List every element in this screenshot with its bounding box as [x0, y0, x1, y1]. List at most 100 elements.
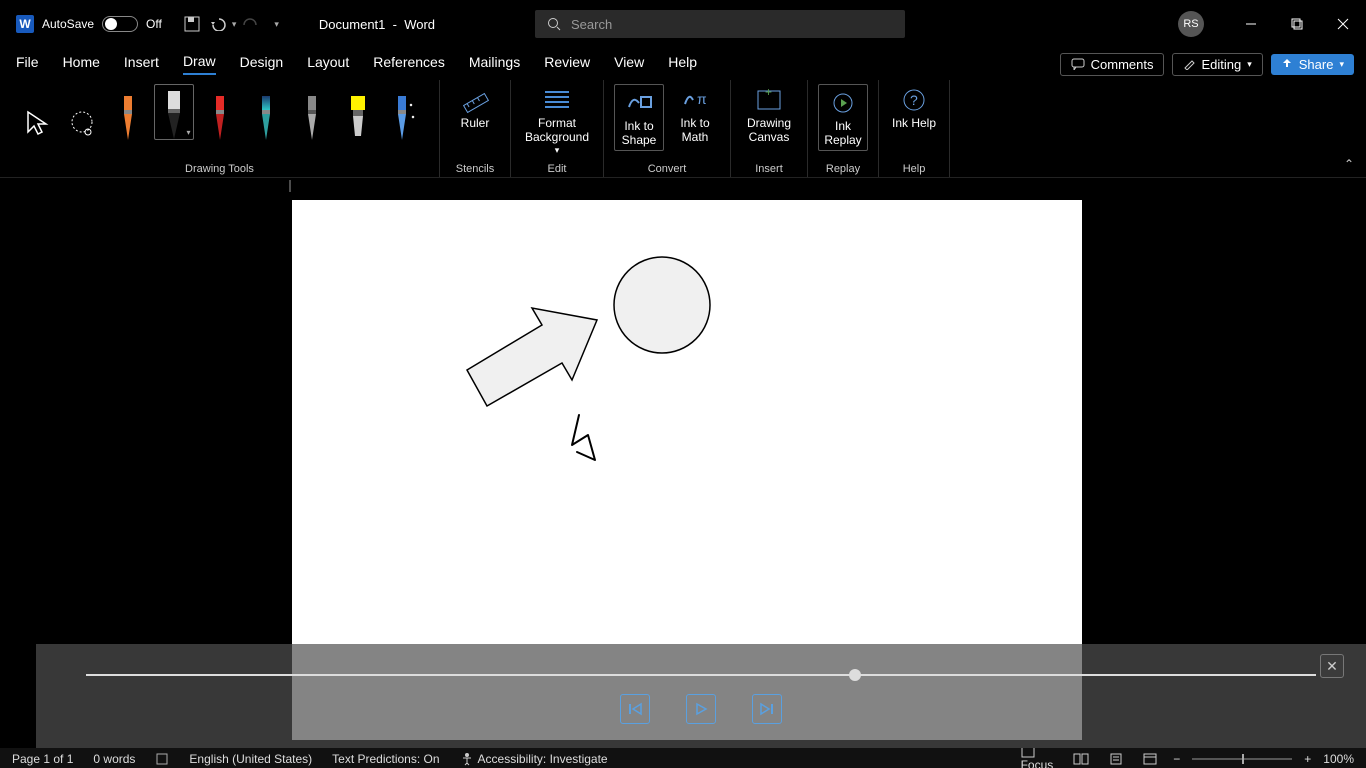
ink-to-math-label: Ink to Math	[670, 116, 720, 145]
accessibility-check[interactable]: Accessibility: Investigate	[460, 752, 608, 766]
comment-icon	[1071, 58, 1085, 70]
minimize-button[interactable]	[1228, 0, 1274, 48]
undo-caret-icon[interactable]: ▾	[232, 19, 237, 30]
select-tool[interactable]	[16, 84, 56, 140]
zoom-slider[interactable]	[1192, 758, 1292, 760]
ink-to-shape-button[interactable]: Ink to Shape	[614, 84, 664, 151]
autosave-toggle[interactable]	[102, 16, 138, 32]
group-convert: Ink to Shape π Ink to Math Convert	[604, 80, 731, 177]
zoom-out-button[interactable]: −	[1173, 752, 1180, 766]
group-insert: + Drawing Canvas Insert	[731, 80, 808, 177]
circle-shape[interactable]	[614, 257, 710, 353]
pencil-icon	[1183, 58, 1195, 70]
autosave-state: Off	[146, 17, 162, 31]
replay-rewind-button[interactable]	[620, 694, 650, 724]
zoom-in-button[interactable]: +	[1304, 752, 1311, 766]
status-bar: Page 1 of 1 0 words English (United Stat…	[0, 748, 1366, 768]
chevron-down-icon[interactable]: ▾	[186, 128, 190, 137]
user-avatar[interactable]: RS	[1178, 11, 1204, 37]
replay-slider[interactable]	[86, 674, 1316, 676]
ink-help-button[interactable]: ? Ink Help	[889, 84, 939, 130]
ribbon-tabs: File Home Insert Draw Design Layout Refe…	[0, 48, 1366, 80]
cursor-icon	[22, 108, 50, 140]
replay-forward-button[interactable]	[752, 694, 782, 724]
ink-replay-button[interactable]: Ink Replay	[818, 84, 868, 151]
tab-layout[interactable]: Layout	[307, 54, 349, 74]
tab-file[interactable]: File	[16, 54, 39, 74]
tab-insert[interactable]: Insert	[124, 54, 159, 74]
qat-caret-icon[interactable]: ▾	[274, 19, 279, 30]
comments-label: Comments	[1091, 57, 1154, 72]
highlighter-yellow[interactable]	[338, 84, 378, 140]
search-icon	[547, 17, 561, 31]
ruler-horizontal[interactable]	[0, 178, 1366, 196]
tab-home[interactable]: Home	[63, 54, 100, 74]
ruler-button[interactable]: Ruler	[450, 84, 500, 130]
highlighter-icon	[347, 96, 369, 140]
pen-icon	[118, 96, 138, 140]
close-button[interactable]	[1320, 0, 1366, 48]
doc-name: Document1	[319, 17, 385, 32]
save-icon[interactable]	[182, 14, 202, 34]
tab-draw[interactable]: Draw	[183, 53, 216, 75]
pen-galaxy[interactable]	[246, 84, 286, 140]
ink-to-shape-label: Ink to Shape	[617, 119, 661, 148]
tab-references[interactable]: References	[373, 54, 445, 74]
ink-to-math-button[interactable]: π Ink to Math	[670, 84, 720, 145]
focus-mode[interactable]: Focus	[1017, 746, 1058, 768]
replay-slider-handle[interactable]	[849, 669, 861, 681]
autosave-control[interactable]: AutoSave Off	[42, 16, 162, 32]
collapse-ribbon-button[interactable]: ⌃	[1344, 157, 1354, 171]
tab-review[interactable]: Review	[544, 54, 590, 74]
ink-replay-label: Ink Replay	[821, 119, 865, 148]
ink-to-shape-icon	[623, 87, 655, 119]
document-canvas[interactable]: ✕	[36, 196, 1366, 748]
accessibility-icon	[460, 752, 474, 766]
format-background-label: Format Background	[521, 116, 593, 145]
editing-mode-button[interactable]: Editing ▾	[1172, 53, 1262, 76]
spell-check-icon[interactable]	[155, 752, 169, 766]
share-label: Share	[1299, 57, 1334, 72]
group-label: Insert	[755, 163, 783, 175]
ink-replay-panel: ✕	[36, 644, 1366, 748]
redo-icon[interactable]	[240, 14, 260, 34]
arrow-shape[interactable]	[467, 308, 597, 406]
group-label: Edit	[548, 163, 567, 175]
replay-play-button[interactable]	[686, 694, 716, 724]
language-indicator[interactable]: English (United States)	[189, 752, 312, 766]
share-button[interactable]: Share ▾	[1271, 54, 1354, 75]
pencil-icon	[302, 96, 322, 140]
help-icon: ?	[898, 84, 930, 116]
ruler-vertical[interactable]	[0, 196, 36, 748]
pen-icon	[210, 96, 230, 140]
share-icon	[1281, 58, 1293, 70]
search-input[interactable]: Search	[535, 10, 905, 38]
text-predictions[interactable]: Text Predictions: On	[332, 752, 439, 766]
maximize-button[interactable]	[1274, 0, 1320, 48]
format-background-button[interactable]: Format Background ▾	[521, 84, 593, 156]
read-mode-icon[interactable]	[1069, 753, 1093, 765]
pencil-gray[interactable]	[292, 84, 332, 140]
tab-view[interactable]: View	[614, 54, 644, 74]
pen-orange[interactable]	[108, 84, 148, 140]
word-count[interactable]: 0 words	[93, 752, 135, 766]
pen-red[interactable]	[200, 84, 240, 140]
pen-sparkle-blue[interactable]	[384, 84, 424, 140]
undo-icon[interactable]	[210, 14, 230, 34]
page-indicator[interactable]: Page 1 of 1	[12, 752, 73, 766]
tab-mailings[interactable]: Mailings	[469, 54, 520, 74]
tab-help[interactable]: Help	[668, 54, 697, 74]
drawing-canvas-button[interactable]: + Drawing Canvas	[741, 84, 797, 145]
replay-close-button[interactable]: ✕	[1320, 654, 1344, 678]
tab-design[interactable]: Design	[240, 54, 284, 74]
pen-black[interactable]: ▾	[154, 84, 194, 140]
web-layout-icon[interactable]	[1139, 753, 1161, 765]
ink-stroke-partial-star[interactable]	[572, 415, 595, 460]
print-layout-icon[interactable]	[1105, 753, 1127, 765]
group-label: Replay	[826, 163, 860, 175]
title-separator: -	[389, 17, 404, 32]
lasso-tool[interactable]	[62, 84, 102, 140]
group-label: Drawing Tools	[185, 163, 254, 175]
comments-button[interactable]: Comments	[1060, 53, 1165, 76]
zoom-level[interactable]: 100%	[1323, 752, 1354, 766]
